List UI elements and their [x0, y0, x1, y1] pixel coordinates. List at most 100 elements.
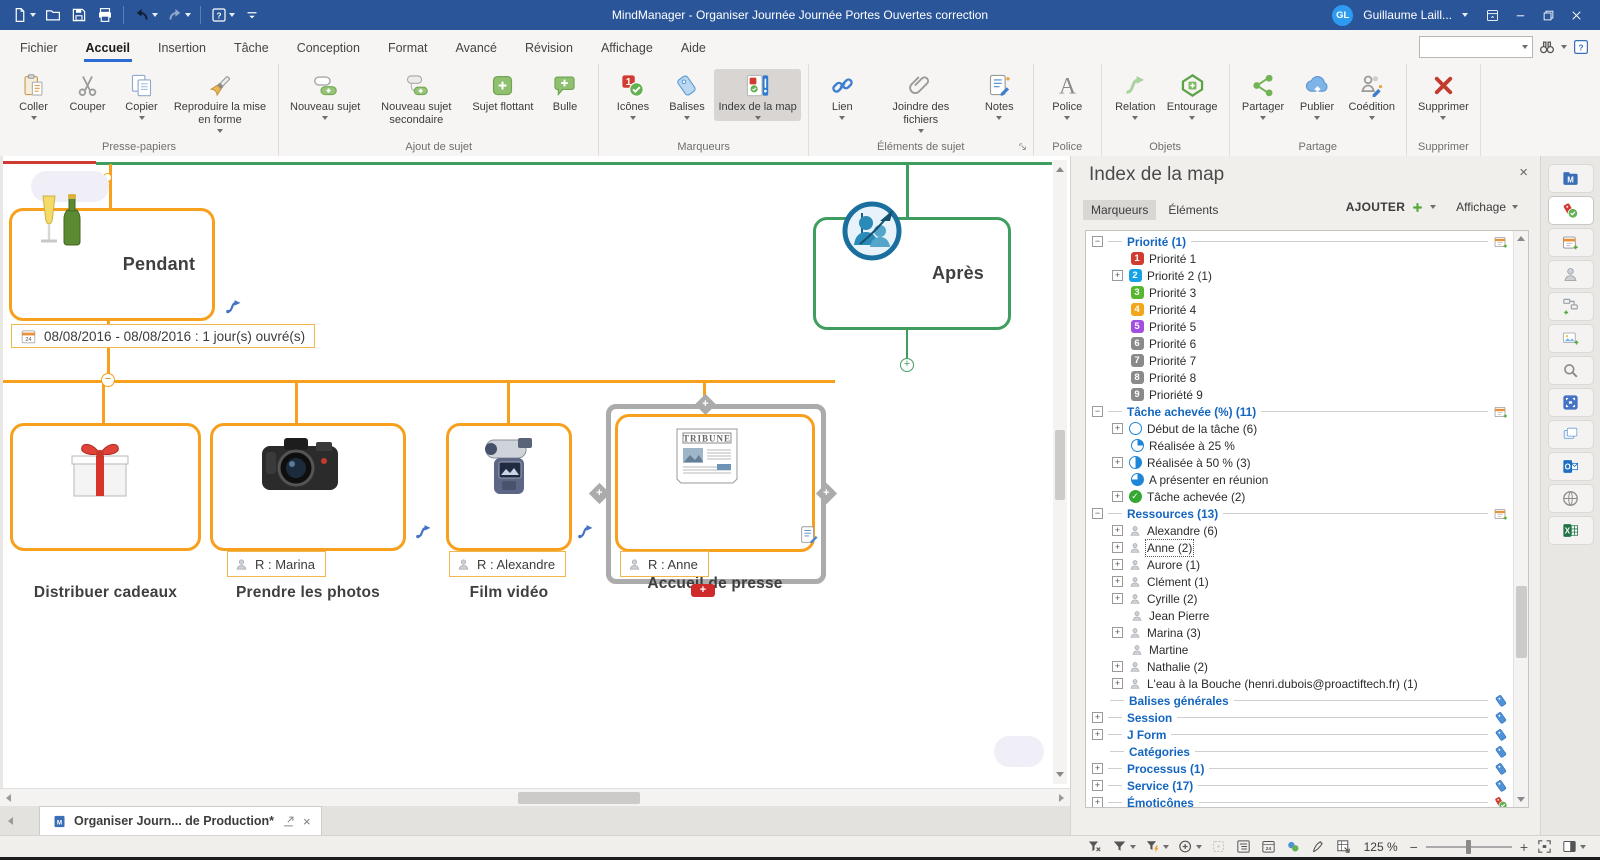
rail-windows-button[interactable] — [1548, 420, 1594, 449]
customize-quick-access-button[interactable] — [240, 4, 264, 26]
marker-item-priorite-1[interactable]: 1Priorité 1 — [1086, 250, 1512, 267]
ribbon-button-partager[interactable]: Partager — [1237, 69, 1290, 121]
ribbon-tab-format[interactable]: Format — [374, 33, 442, 62]
scroll-down-icon[interactable] — [1517, 797, 1525, 802]
marker-item-tache-achevee-2[interactable]: +✓Tâche achevée (2) — [1086, 488, 1512, 505]
user-menu-caret-icon[interactable] — [1462, 13, 1468, 17]
rail-map-index-panel-button[interactable] — [1548, 196, 1594, 225]
marker-item-priorite-8[interactable]: 8Priorité 8 — [1086, 369, 1512, 386]
rail-web-button[interactable] — [1548, 484, 1594, 513]
marker-group-ressources-13[interactable]: −Ressources (13) — [1086, 505, 1512, 522]
user-avatar[interactable]: GL — [1332, 5, 1353, 26]
zoom-slider[interactable] — [1426, 840, 1512, 854]
ribbon-button-joindre-des-fichiers[interactable]: Joindre des fichiers — [870, 69, 972, 134]
ribbon-button-coller[interactable]: Coller — [7, 69, 60, 121]
collapse-icon[interactable]: − — [1092, 406, 1103, 417]
add-subtopic-button[interactable]: + — [691, 584, 715, 597]
ribbon-button-couper[interactable]: Couper — [61, 69, 114, 115]
ribbon-tab-aide[interactable]: Aide — [667, 33, 720, 62]
add-button[interactable]: AJOUTER — [1346, 200, 1405, 214]
document-tab[interactable]: M Organiser Journ... de Production* × — [39, 806, 322, 836]
expand-icon[interactable]: + — [1112, 525, 1123, 536]
marker-group-tache-achevee-11[interactable]: −Tâche achevée (%) (11) — [1086, 403, 1512, 420]
status-panel-layout-button[interactable] — [1561, 838, 1586, 855]
status-filter-button[interactable] — [1111, 838, 1136, 855]
marker-item-cyrille-2[interactable]: +Cyrille (2) — [1086, 590, 1512, 607]
new-document-button[interactable] — [8, 4, 39, 26]
marker-group-priorite-1[interactable]: −Priorité (1) — [1086, 233, 1512, 250]
calendar-add-icon[interactable] — [1493, 506, 1509, 522]
resource-tag-anne[interactable]: R : Anne — [620, 551, 709, 577]
relationship-icon[interactable] — [576, 521, 598, 543]
marker-item-priorite-5[interactable]: 5Priorité 5 — [1086, 318, 1512, 335]
topic-film-video[interactable]: Film vidéo — [446, 423, 572, 551]
open-file-button[interactable] — [41, 4, 65, 26]
scrollbar-thumb[interactable] — [518, 792, 640, 804]
expand-icon[interactable]: + — [1092, 797, 1103, 808]
scroll-left-icon[interactable] — [6, 794, 11, 802]
marker-item-prioriete-9[interactable]: 9Prioriété 9 — [1086, 386, 1512, 403]
expand-icon[interactable]: + — [1112, 559, 1123, 570]
marker-item-priorite-2-1[interactable]: +2Priorité 2 (1) — [1086, 267, 1512, 284]
locate-pill[interactable] — [994, 736, 1044, 767]
ribbon-button-supprimer[interactable]: Supprimer — [1414, 69, 1473, 121]
find-binoculars-icon[interactable] — [1538, 38, 1556, 56]
marker-group-j-form[interactable]: +J Form — [1086, 726, 1512, 743]
marker-item-aurore-1[interactable]: +Aurore (1) — [1086, 556, 1512, 573]
topic-accueil-de-presse[interactable]: TRIBUNE Accueil de presse — [615, 414, 815, 552]
expand-icon[interactable]: + — [1112, 661, 1123, 672]
marker-item-a-presenter-en-reunion[interactable]: A présenter en réunion — [1086, 471, 1512, 488]
scroll-down-icon[interactable] — [1056, 772, 1064, 780]
marker-item-priorite-6[interactable]: 6Priorité 6 — [1086, 335, 1512, 352]
minimize-button[interactable] — [1506, 3, 1534, 27]
ribbon-button-index-de-la-map[interactable]: Index de la map — [714, 69, 800, 121]
tag-blue-icon[interactable] — [1493, 761, 1509, 777]
tag-redgreen-icon[interactable] — [1493, 795, 1509, 809]
collapse-icon[interactable]: − — [1092, 236, 1103, 247]
expand-icon[interactable]: + — [1112, 678, 1123, 689]
task-date-info[interactable]: 24 08/08/2016 - 08/08/2016 : 1 jour(s) o… — [11, 324, 315, 348]
expand-icon[interactable]: + — [1112, 593, 1123, 604]
scrollbar-thumb[interactable] — [1516, 586, 1527, 658]
ribbon-button-relation[interactable]: Relation — [1109, 69, 1162, 121]
calendar-add-icon[interactable] — [1493, 234, 1509, 250]
ribbon-tab-insertion[interactable]: Insertion — [144, 33, 220, 62]
topic-notes-icon[interactable] — [798, 524, 820, 546]
relationship-icon[interactable] — [224, 296, 246, 318]
marker-item-l-eau-a-la-bouche-henri-dubois-proactiftech-fr-1[interactable]: +L'eau à la Bouche (henri.dubois@proacti… — [1086, 675, 1512, 692]
topic-apres[interactable]: Après — [813, 217, 1011, 330]
rail-search-button[interactable] — [1548, 356, 1594, 385]
help-button[interactable]: ? — [207, 4, 238, 26]
marker-group-emoticones[interactable]: +Émoticônes — [1086, 794, 1512, 808]
status-outline-view-button[interactable] — [1235, 838, 1252, 855]
calendar-add-icon[interactable] — [1493, 404, 1509, 420]
ribbon-button-publier[interactable]: Publier — [1291, 69, 1344, 121]
collapse-icon[interactable]: − — [1092, 508, 1103, 519]
expand-icon[interactable]: + — [1092, 780, 1103, 791]
marker-group-balises-generales[interactable]: Balises générales — [1086, 692, 1512, 709]
close-tab-icon[interactable]: × — [303, 814, 311, 829]
expand-icon[interactable]: + — [1092, 763, 1103, 774]
tag-blue-icon[interactable] — [1493, 778, 1509, 794]
ribbon-button-notes[interactable]: Notes — [973, 69, 1026, 121]
marker-item-martine[interactable]: Martine — [1086, 641, 1512, 658]
status-select-mode-button[interactable] — [1210, 838, 1227, 855]
user-name[interactable]: Guillaume Laill... — [1363, 8, 1452, 22]
status-export-table-button[interactable] — [1335, 838, 1352, 855]
undo-button[interactable] — [130, 4, 161, 26]
marker-item-clement-1[interactable]: +Clément (1) — [1086, 573, 1512, 590]
search-input[interactable] — [1420, 41, 1522, 53]
status-add-view-button[interactable] — [1177, 838, 1202, 855]
zoom-in-button[interactable]: + — [1520, 840, 1528, 854]
marker-group-categories[interactable]: Catégories — [1086, 743, 1512, 760]
ribbon-button-police[interactable]: APolice — [1041, 69, 1094, 121]
marker-item-jean-pierre[interactable]: Jean Pierre — [1086, 607, 1512, 624]
marker-item-anne-2[interactable]: +Anne (2) — [1086, 539, 1512, 556]
ribbon-button-nouveau-sujet-secondaire[interactable]: Nouveau sujet secondaire — [365, 69, 467, 128]
rail-map-parts-button[interactable] — [1548, 292, 1594, 321]
marker-item-realisee-a-25[interactable]: Réalisée à 25 % — [1086, 437, 1512, 454]
view-button[interactable]: Affichage — [1456, 200, 1506, 214]
ribbon-button-reproduire-la-mise-en-forme[interactable]: Reproduire la mise en forme — [169, 69, 271, 134]
search-caret-icon[interactable] — [1522, 45, 1528, 49]
restore-button[interactable] — [1534, 3, 1562, 27]
